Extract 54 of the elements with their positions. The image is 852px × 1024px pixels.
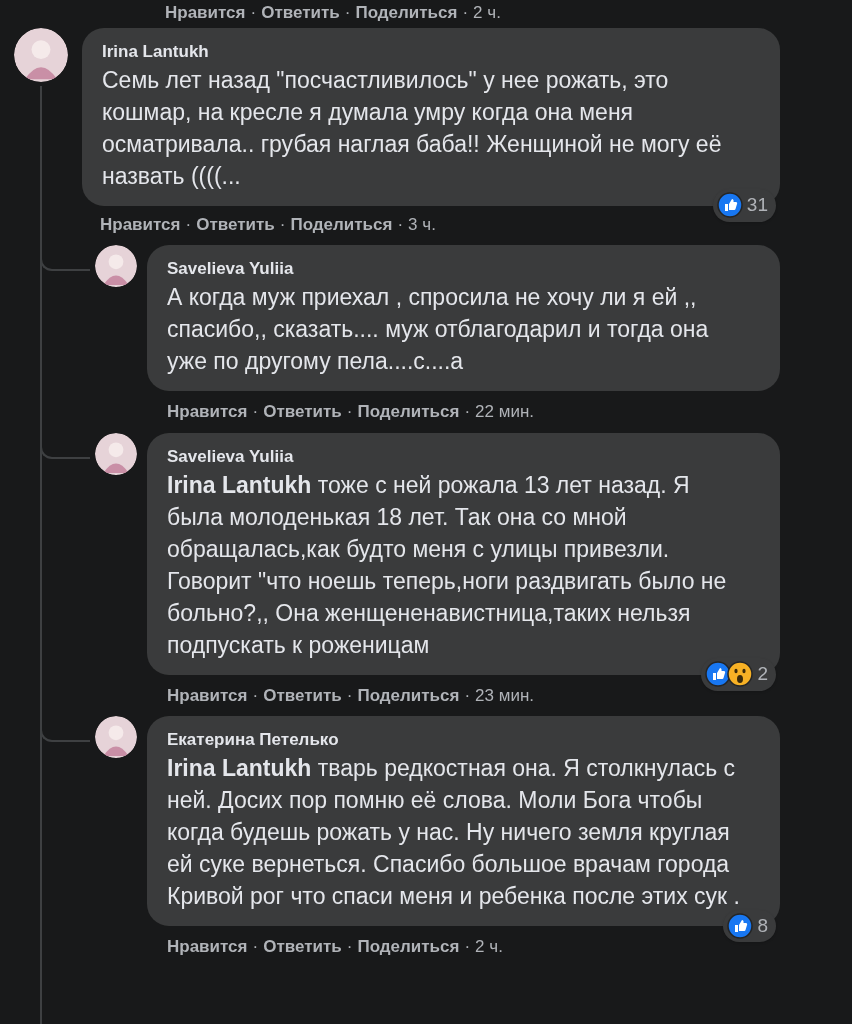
avatar[interactable]	[95, 245, 137, 287]
like-reaction-icon	[705, 661, 732, 688]
separator: ·	[464, 684, 471, 707]
action-link[interactable]: Поделиться	[357, 934, 460, 960]
action-link[interactable]: Ответить	[263, 934, 342, 960]
separator: ·	[464, 401, 471, 423]
action-link[interactable]: Ответить	[263, 399, 342, 425]
action-link[interactable]: Нравится	[167, 399, 248, 425]
avatar[interactable]	[95, 716, 137, 758]
action-link[interactable]: Ответить	[263, 682, 342, 708]
action-link[interactable]: Нравится	[167, 934, 248, 960]
comment-text: Irina Lantukh тварь редкостная она. Я столкнулась с ней. Досих пор помню её слова. Моли Бога чтобы когда будешь рожать у нас. Ну ничего земля круглая ей суке вернеться. Спасибо большое врачам города Кривой рог что спаси меня и ребенка после этих сук .	[167, 754, 741, 911]
separator: ·	[462, 2, 469, 24]
timestamp[interactable]: 2 ч.	[473, 0, 501, 26]
timestamp[interactable]: 23 мин.	[475, 682, 535, 708]
author-name[interactable]: Irina Lantukh	[102, 39, 750, 64]
wow-reaction-icon	[727, 661, 754, 688]
action-link[interactable]: Ответить	[261, 0, 340, 26]
action-link[interactable]: Нравится	[165, 0, 246, 26]
author-name[interactable]: Savelieva Yuliia	[167, 257, 750, 281]
action-link[interactable]: Поделиться	[357, 399, 460, 425]
separator: ·	[250, 2, 257, 24]
action-link[interactable]: Поделиться	[355, 0, 458, 26]
like-reaction-icon	[716, 192, 743, 219]
separator: ·	[279, 213, 286, 236]
reaction-count[interactable]: 8	[723, 909, 776, 942]
action-link[interactable]: Поделиться	[290, 211, 393, 237]
separator: ·	[185, 213, 192, 236]
author-name[interactable]: Savelieva Yuliia	[167, 444, 750, 469]
action-link[interactable]: Поделиться	[357, 682, 460, 708]
timestamp[interactable]: 2 ч.	[475, 934, 503, 960]
avatar[interactable]	[14, 27, 68, 82]
separator: ·	[464, 936, 471, 958]
action-link[interactable]: Нравится	[100, 211, 181, 237]
separator: ·	[397, 213, 404, 236]
separator: ·	[346, 684, 353, 707]
separator: ·	[346, 936, 353, 958]
avatar[interactable]	[95, 432, 137, 475]
action-link[interactable]: Нравится	[167, 682, 248, 708]
separator: ·	[344, 2, 351, 24]
timestamp[interactable]: 22 мин.	[475, 399, 535, 425]
separator: ·	[252, 401, 259, 423]
separator: ·	[252, 684, 259, 707]
separator: ·	[346, 401, 353, 423]
reaction-count[interactable]: 2	[701, 658, 776, 691]
author-name[interactable]: Екатерина Петелько	[167, 728, 750, 752]
like-reaction-icon	[727, 912, 754, 939]
comment-text: А когда муж приехал , спросила не хочу ли я ей ,, спасибо,, сказать.... муж отблагодарил и тогда она уже по другому пела....с....а	[167, 283, 710, 376]
action-link[interactable]: Ответить	[196, 211, 275, 237]
reaction-count[interactable]: 31	[712, 189, 776, 222]
separator: ·	[252, 936, 259, 958]
comment-text: Irina Lantukh тоже с ней рожала 13 лет назад. Я была молоденькая 18 лет. Так она со мной обращалась,как будто меня с улицы привезли. Говорит "что ноешь теперь,ноги раздвигать было не больно?,, Она женщененавистница,таких нельзя подпускать к роженицам	[167, 470, 728, 660]
timestamp[interactable]: 3 ч.	[408, 211, 436, 237]
comment-text: Семь лет назад "посчастливилось" у нее рожать, это кошмар, на кресле я думала умру когда она меня осматривала.. грубая наглая баба!! Женщиной не могу её назвать ((((...	[102, 65, 723, 191]
